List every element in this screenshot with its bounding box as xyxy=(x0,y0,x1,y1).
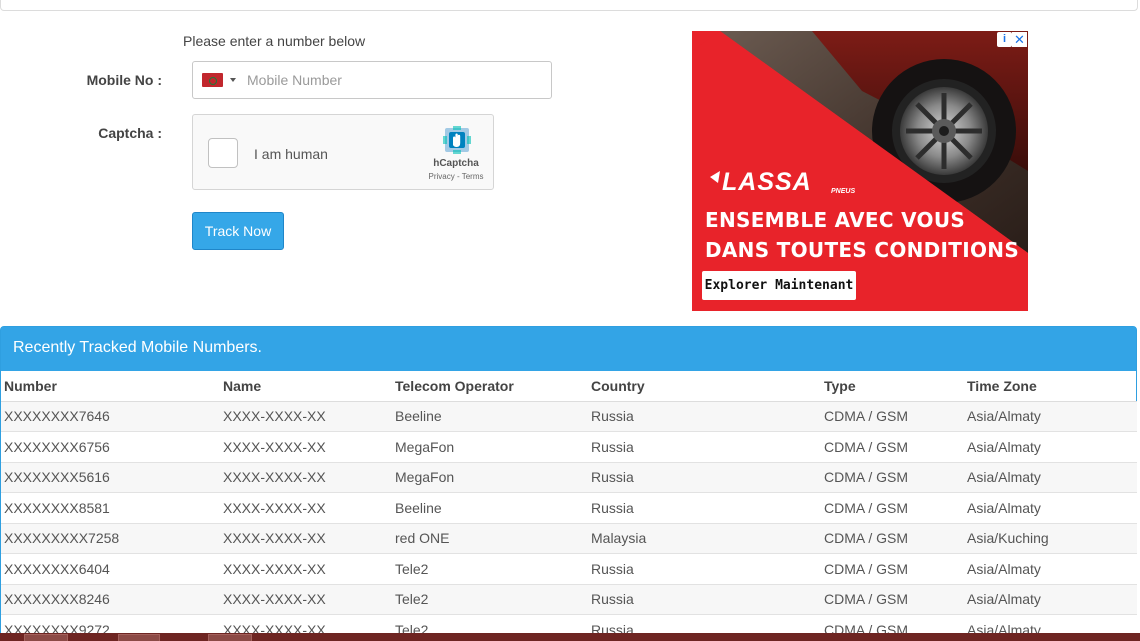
table-cell: Russia xyxy=(588,553,821,584)
table-cell: XXXX-XXXX-XX xyxy=(220,461,392,493)
taskbar-button[interactable] xyxy=(24,634,68,641)
mobile-input-group xyxy=(192,61,552,99)
table-body: XXXXXXXX7646 XXXX-XXXX-XX Beeline Russia CDM… xyxy=(1,400,1137,641)
table-cell: CDMA / GSM xyxy=(821,522,964,554)
ad-brand-logo: LASSA xyxy=(722,168,812,196)
table-cell: Tele2 xyxy=(392,583,588,615)
table-cell: Asia/Almaty xyxy=(964,400,1137,432)
table-row[interactable]: XXXXXXXX6756 XXXX-XXXX-XX MegaFon Russia CDM… xyxy=(1,431,1137,462)
table-cell: Asia/Almaty xyxy=(964,583,1137,615)
table-cell: Beeline xyxy=(392,400,588,432)
table-cell: CDMA / GSM xyxy=(821,492,964,523)
table-cell: Asia/Kuching xyxy=(964,522,1137,554)
column-header: Number xyxy=(1,371,220,402)
captcha-checkbox[interactable] xyxy=(208,138,238,168)
table-row[interactable]: XXXXXXXXX7258 XXXX-XXXX-XX red ONE Malaysia… xyxy=(1,522,1137,554)
ad-brand-sub: PNEUS xyxy=(831,188,856,195)
table-row[interactable]: XXXXXXXX6404 XXXX-XXXX-XX Tele2 Russia CDMA … xyxy=(1,553,1137,584)
table-cell: Beeline xyxy=(392,492,588,523)
table-cell: XXXX-XXXX-XX xyxy=(220,583,392,615)
recent-numbers-table: Number Name Telecom Operator Country Type Tim… xyxy=(1,371,1137,641)
hcaptcha-logo-icon xyxy=(443,126,471,154)
hcaptcha-privacy-terms-link[interactable]: Privacy - Terms xyxy=(421,172,491,181)
ad-slogan-line2: DANS TOUTES CONDITIONS xyxy=(705,238,1020,262)
table-cell: XXXX-XXXX-XX xyxy=(220,553,392,584)
captcha-label: Captcha : xyxy=(98,125,162,141)
table-cell: XXXXXXXXX7258 xyxy=(1,522,220,554)
table-cell: MegaFon xyxy=(392,461,588,493)
table-cell: Russia xyxy=(588,461,821,493)
ad-slogan-line1: ENSEMBLE AVEC VOUS xyxy=(705,208,966,232)
chevron-down-icon[interactable] xyxy=(230,78,236,82)
table-cell: XXXXXXXX5616 xyxy=(1,461,220,493)
table-cell: XXXXXXXX6756 xyxy=(1,431,220,462)
country-flag-icon[interactable] xyxy=(202,73,223,87)
table-cell: Russia xyxy=(588,431,821,462)
track-now-button[interactable]: Track Now xyxy=(192,212,284,250)
ad-explore-button[interactable]: Explorer Maintenant xyxy=(702,271,856,300)
table-cell: CDMA / GSM xyxy=(821,400,964,432)
table-cell: XXXX-XXXX-XX xyxy=(220,431,392,462)
mobile-label: Mobile No : xyxy=(86,72,162,88)
table-cell: XXXXXXXX7646 xyxy=(1,400,220,432)
table-header-row: Number Name Telecom Operator Country Type Tim… xyxy=(1,371,1137,402)
taskbar-button[interactable] xyxy=(208,634,252,641)
ad-info-icon[interactable]: i xyxy=(997,32,1012,47)
form-prompt: Please enter a number below xyxy=(183,33,366,49)
ad-close-icon[interactable]: ✕ xyxy=(1012,32,1027,47)
table-cell: Malaysia xyxy=(588,522,821,554)
table-cell: CDMA / GSM xyxy=(821,461,964,493)
table-cell: XXXXXXXX6404 xyxy=(1,553,220,584)
column-header: Time Zone xyxy=(964,371,1137,402)
advertisement-banner[interactable]: i ✕ LASSA PNEUS ENSEMBLE AVEC VOUS DANS … xyxy=(692,31,1028,311)
table-cell: XXXX-XXXX-XX xyxy=(220,522,392,554)
table-row[interactable]: XXXXXXXX8246 XXXX-XXXX-XX Tele2 Russia CDMA … xyxy=(1,583,1137,615)
table-cell: MegaFon xyxy=(392,431,588,462)
mobile-number-input[interactable] xyxy=(247,72,537,88)
hcaptcha-brand: hCaptcha xyxy=(433,158,479,169)
table-cell: XXXX-XXXX-XX xyxy=(220,492,392,523)
table-cell: CDMA / GSM xyxy=(821,553,964,584)
table-row[interactable]: XXXXXXXX8581 XXXX-XXXX-XX Beeline Russia CDM… xyxy=(1,492,1137,523)
table-cell: Asia/Almaty xyxy=(964,492,1137,523)
table-cell: Russia xyxy=(588,492,821,523)
recent-panel-title: Recently Tracked Mobile Numbers. xyxy=(1,327,1136,371)
table-cell: red ONE xyxy=(392,522,588,554)
taskbar-button[interactable] xyxy=(118,634,160,641)
hcaptcha-widget: I am human hCaptcha Privacy - Terms xyxy=(192,114,494,190)
table-cell: Asia/Almaty xyxy=(964,461,1137,493)
table-row[interactable]: XXXXXXXX7646 XXXX-XXXX-XX Beeline Russia CDM… xyxy=(1,400,1137,432)
table-cell: XXXXXXXX8581 xyxy=(1,492,220,523)
table-cell: Russia xyxy=(588,583,821,615)
table-cell: CDMA / GSM xyxy=(821,431,964,462)
table-cell: Asia/Almaty xyxy=(964,553,1137,584)
table-row[interactable]: XXXXXXXX5616 XXXX-XXXX-XX MegaFon Russia CDM… xyxy=(1,461,1137,493)
table-cell: CDMA / GSM xyxy=(821,583,964,615)
page: Please enter a number below Mobile No : … xyxy=(0,0,1140,641)
captcha-text: I am human xyxy=(254,146,328,162)
table-cell: Asia/Almaty xyxy=(964,431,1137,462)
table-cell: XXXX-XXXX-XX xyxy=(220,400,392,432)
table-cell: Russia xyxy=(588,400,821,432)
top-panel xyxy=(0,0,1138,11)
table-cell: Tele2 xyxy=(392,553,588,584)
recent-tracked-panel: Recently Tracked Mobile Numbers. Number N… xyxy=(0,326,1137,641)
column-header: Telecom Operator xyxy=(392,371,588,402)
taskbar xyxy=(0,633,1140,641)
column-header: Country xyxy=(588,371,821,402)
table-cell: XXXXXXXX8246 xyxy=(1,583,220,615)
column-header: Type xyxy=(821,371,964,402)
column-header: Name xyxy=(220,371,392,402)
